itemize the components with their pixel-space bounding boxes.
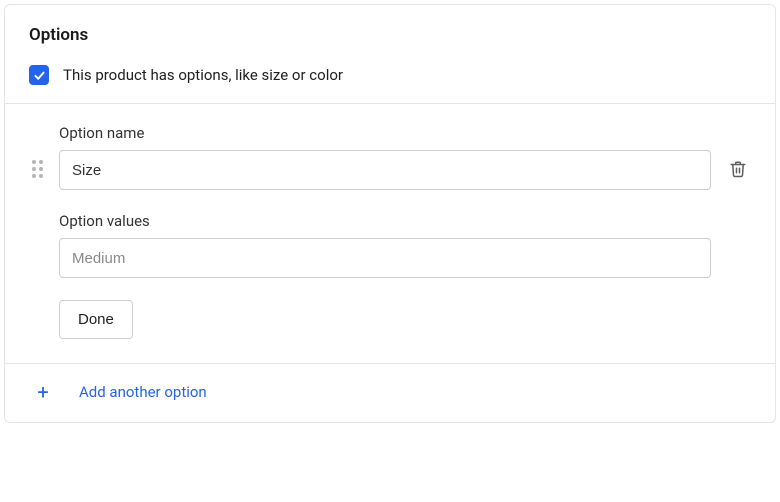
option-values-field: Option values: [59, 212, 711, 278]
option-name-field: Option name: [59, 124, 711, 190]
card-title: Options: [29, 25, 751, 45]
option-values-input[interactable]: [59, 238, 711, 278]
options-card: Options This product has options, like s…: [4, 4, 776, 423]
card-header: Options This product has options, like s…: [5, 5, 775, 103]
option-values-label: Option values: [59, 212, 711, 230]
delete-option-button[interactable]: [727, 158, 749, 180]
trash-icon: [729, 160, 747, 178]
has-options-label: This product has options, like size or c…: [63, 66, 343, 84]
option-block: Option name Option values Done: [5, 104, 775, 363]
drag-handle-icon: [32, 160, 43, 178]
has-options-checkbox[interactable]: [29, 65, 49, 85]
done-button[interactable]: Done: [59, 300, 133, 339]
has-options-row: This product has options, like size or c…: [29, 65, 751, 85]
trash-col: [725, 124, 751, 180]
option-name-input[interactable]: [59, 150, 711, 190]
drag-handle[interactable]: [29, 124, 45, 178]
option-form: Option name Option values Done: [59, 124, 711, 339]
add-another-option-button[interactable]: + Add another option: [5, 364, 775, 422]
option-name-label: Option name: [59, 124, 711, 142]
add-option-label: Add another option: [79, 383, 207, 401]
plus-icon: +: [35, 382, 51, 402]
checkmark-icon: [33, 69, 46, 82]
